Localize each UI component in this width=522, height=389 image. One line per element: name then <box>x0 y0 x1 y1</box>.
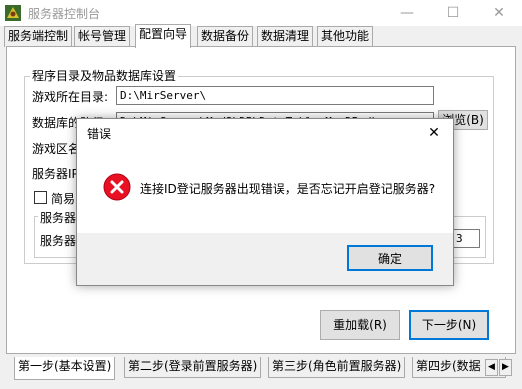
maximize-button[interactable]: ☐ <box>430 0 476 26</box>
simple-mode-label: 简易 <box>51 192 76 206</box>
game-dir-label: 游戏所在目录: <box>32 90 109 104</box>
path-settings-title: 程序目录及物品数据库设置 <box>30 67 179 84</box>
tab-step-3[interactable]: 第三步(角色前置服务器) <box>268 357 406 378</box>
tab-server-control[interactable]: 服务端控制 <box>4 26 73 47</box>
tab-data-cleanup[interactable]: 数据清理 <box>257 26 314 47</box>
tab-data-backup[interactable]: 数据备份 <box>197 26 254 47</box>
tab-scroll-left-icon[interactable]: ◀ <box>485 359 498 376</box>
error-icon <box>103 173 131 201</box>
game-dir-input[interactable]: D:\MirServer\ <box>116 86 434 105</box>
dialog-message: 连接ID登记服务器出现错误，是否忘记开启登记服务器? <box>140 182 436 196</box>
server-ip-label: 服务器IP <box>32 167 79 181</box>
title-bar: 服务器控制台 — ☐ ✕ <box>0 0 522 26</box>
dialog-footer: 确定 <box>77 233 453 285</box>
tab-step-1[interactable]: 第一步(基本设置) <box>14 357 116 380</box>
dialog-title: 错误 <box>87 127 112 141</box>
tab-other-functions[interactable]: 其他功能 <box>317 26 374 47</box>
next-step-button[interactable]: 下一步(N) <box>409 310 489 340</box>
server-small-field[interactable]: 3 <box>452 229 480 248</box>
tab-step-2[interactable]: 第二步(登录前置服务器) <box>124 357 262 378</box>
tab-account-manage[interactable]: 帐号管理 <box>74 26 131 47</box>
tab-config-wizard[interactable]: 配置向导 <box>135 24 192 48</box>
simple-mode-checkbox[interactable] <box>34 191 47 204</box>
close-button[interactable]: ✕ <box>476 0 522 26</box>
app-icon <box>5 5 21 21</box>
tab-scroll-right-icon[interactable]: ▶ <box>499 359 512 376</box>
error-dialog: 错误 ✕ 连接ID登记服务器出现错误，是否忘记开启登记服务器? 确定 <box>76 118 454 286</box>
server-group-title: 服务器 <box>38 209 79 226</box>
minimize-button[interactable]: — <box>384 0 430 26</box>
reload-button[interactable]: 重加载(R) <box>320 310 400 340</box>
dialog-title-bar: 错误 ✕ <box>77 119 453 147</box>
window-title: 服务器控制台 <box>28 7 101 21</box>
dialog-ok-button[interactable]: 确定 <box>347 245 433 271</box>
zone-name-label: 游戏区名 <box>32 142 81 156</box>
server-name-label: 服务器 <box>40 234 77 248</box>
dialog-close-button[interactable]: ✕ <box>417 121 451 145</box>
